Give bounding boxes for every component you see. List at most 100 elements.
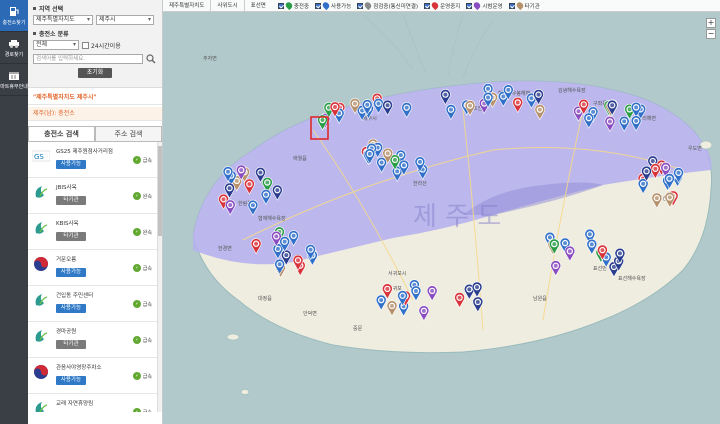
nav-mart-holiday[interactable]: 마트휴무안내 — [0, 64, 28, 96]
marker-pin-icon — [363, 0, 373, 11]
map-place-label: 김녕해수욕장 — [558, 87, 586, 94]
station-name[interactable]: 거문오름 — [56, 255, 158, 263]
map-place-label: 우도면 — [688, 145, 702, 152]
station-name[interactable]: 경마공원 — [56, 327, 158, 335]
legend-item[interactable]: 충전중 — [277, 0, 309, 11]
type-row: 전체 24시간이용 — [33, 40, 157, 50]
station-list-item[interactable]: GS GS25 제주원점사거리점 사용가능 ⚡ 급속 — [28, 142, 162, 178]
legend-item-label: 사용가능 — [331, 3, 352, 10]
speed-label: 급속 — [142, 301, 152, 308]
marker-pin-icon — [472, 0, 482, 11]
station-speed: ⚡ 완속 — [132, 228, 152, 236]
station-list-item[interactable]: 거문오름 사용가능 ⚡ 급속 — [28, 250, 162, 286]
legend-checkbox[interactable] — [315, 2, 322, 9]
legend-item-label: 타기관 — [524, 3, 540, 10]
speed-label: 완속 — [142, 193, 152, 200]
station-speed: ⚡급속 — [132, 408, 152, 413]
province-select[interactable]: 제주특별자치도 — [33, 15, 93, 25]
speed-icon: ⚡ — [132, 228, 141, 236]
region-title: "제주특별자치도 제주시" — [28, 91, 162, 105]
region-row: 제주특별자치도 제주시 — [33, 15, 157, 25]
legend-item-label: 운영중지 — [440, 3, 461, 10]
legend-item[interactable]: 운영중지 — [424, 0, 461, 11]
station-speed: ⚡ 완속 — [132, 192, 152, 200]
scroll-thumb[interactable] — [158, 146, 162, 236]
reset-button[interactable]: 초기화 — [78, 68, 112, 78]
map-view[interactable]: 제 주 도 한림읍 애월읍 제주시 조천읍 구좌읍 한경면 대정읍 안덕면 서귀포시 남원읍 표선면… — [163, 0, 720, 424]
nav-charger-search[interactable]: 충전소찾기 — [0, 0, 28, 32]
station-name[interactable]: 건입동 주민센터 — [56, 291, 158, 299]
search-row: 검색어를 입력하세요. — [33, 54, 157, 64]
legend-item[interactable]: 시범운영 — [466, 0, 503, 11]
side-panel: 지역 선택 제주특별자치도 제주시 충전소 분류 전체 24시간이용 검색어를 … — [28, 0, 163, 424]
speed-icon: ⚡ — [132, 192, 141, 200]
map-place-label: 중문 — [353, 326, 363, 332]
map-place-label: 애월읍 — [293, 155, 307, 162]
station-list: GS GS25 제주원점사거리점 사용가능 ⚡ 급속 JBIS사옥 타기관 ⚡ 완속… — [28, 142, 162, 412]
type-select[interactable]: 전체 — [33, 40, 79, 50]
type-select-heading: 충전소 분류 — [33, 29, 157, 38]
search-icon[interactable] — [146, 54, 156, 64]
map-canvas[interactable]: 제 주 도 한림읍애월읍제주시조천읍구좌읍한경면대정읍안덕면서귀포시남원읍표선면… — [163, 0, 720, 424]
tab-station-search[interactable]: 충전소 검색 — [28, 126, 95, 141]
speed-icon: ⚡ — [132, 372, 141, 380]
island-label: 제 주 도 — [413, 202, 501, 232]
jeju-logo-icon — [32, 183, 50, 201]
legend-mode-button[interactable]: 사위도시 — [211, 0, 245, 12]
marker-pin-icon — [514, 0, 525, 11]
jeju-logo-icon — [32, 219, 50, 237]
station-list-item[interactable]: JBIS사옥 타기관 ⚡ 완속 — [28, 178, 162, 214]
speed-label: 급속 — [142, 157, 152, 164]
legend-marker-button[interactable]: 표선면 — [245, 0, 272, 12]
map-place-label: 한라산 — [413, 180, 427, 187]
nav-route-search[interactable]: 경로찾기 — [0, 32, 28, 64]
section-head[interactable]: 제주(남): 충전소 — [28, 107, 162, 121]
map-place-label: 대정읍 — [258, 295, 272, 302]
station-name[interactable]: JBIS사옥 — [56, 183, 158, 191]
station-name[interactable]: KBIS사옥 — [56, 219, 158, 227]
nav-route-label: 경로찾기 — [4, 51, 24, 58]
svg-text:GS: GS — [34, 153, 44, 161]
legend-region-button[interactable]: 제주특별자치도 — [163, 0, 212, 12]
legend-checkbox[interactable] — [508, 2, 515, 9]
legend-checkbox[interactable] — [466, 2, 473, 9]
station-status-badge: 사용가능 — [56, 304, 86, 313]
taegeuk-logo-icon — [32, 255, 50, 273]
speed-icon: ⚡ — [132, 156, 141, 164]
map-place-label: 추자면 — [203, 55, 217, 62]
marker-pin-icon — [430, 0, 440, 11]
zoom-in-button[interactable]: + — [706, 18, 716, 28]
legend-item[interactable]: 점검중(통신미연결) — [357, 0, 418, 11]
search-input[interactable]: 검색어를 입력하세요. — [33, 54, 143, 64]
city-select[interactable]: 제주시 — [96, 15, 154, 25]
legend-item[interactable]: 사용가능 — [315, 0, 352, 11]
taegeuk-logo-icon — [32, 363, 50, 381]
map-place-label: 한경면 — [218, 245, 232, 252]
station-list-item[interactable]: 경마공원 타기관 ⚡ 급속 — [28, 322, 162, 358]
station-list-item[interactable]: 관음사야영장주차소 사용가능 ⚡ 급속 — [28, 358, 162, 394]
speed-icon: ⚡ — [132, 408, 141, 412]
station-list-item[interactable]: 건입동 주민센터 사용가능 ⚡ 급속 — [28, 286, 162, 322]
open24-checkbox[interactable]: 24시간이용 — [82, 41, 121, 50]
legend-item-label: 시범운영 — [482, 3, 503, 10]
checkbox-box[interactable] — [82, 41, 89, 49]
filter-box: 지역 선택 제주특별자치도 제주시 충전소 분류 전체 24시간이용 검색어를 … — [28, 0, 162, 88]
type-label: 충전소 분류 — [39, 31, 69, 38]
jeju-logo-icon — [32, 399, 50, 412]
station-name[interactable]: 교래 자연휴양림 — [56, 399, 158, 407]
speed-label: 급속 — [143, 409, 152, 413]
legend-checkbox[interactable] — [277, 2, 284, 9]
legend-checkbox[interactable] — [424, 2, 431, 9]
tab-address-search[interactable]: 주소 검색 — [95, 126, 162, 141]
station-list-item[interactable]: KBIS사옥 타기관 ⚡ 완속 — [28, 214, 162, 250]
legend-item[interactable]: 타기관 — [508, 0, 540, 11]
station-name[interactable]: GS25 제주원점사거리점 — [56, 147, 158, 155]
list-scrollbar[interactable] — [157, 142, 162, 412]
station-speed: ⚡급속 — [132, 372, 152, 380]
legend-checkbox[interactable] — [357, 2, 364, 9]
zoom-out-button[interactable]: − — [706, 29, 716, 39]
station-status-badge: 타기관 — [56, 196, 86, 205]
station-status-badge: 타기관 — [56, 340, 86, 349]
station-list-item[interactable]: 교래 자연휴양림 사용가능 ⚡급속 — [28, 394, 162, 412]
station-name[interactable]: 관음사야영장주차소 — [56, 363, 158, 371]
